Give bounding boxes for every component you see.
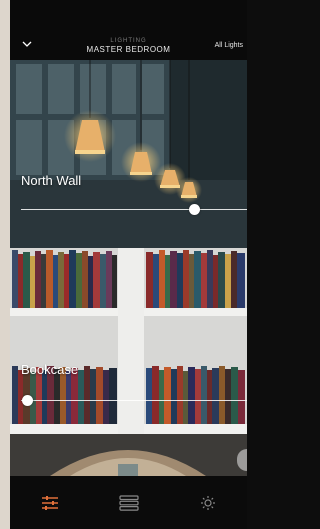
light-card-north-wall[interactable]: North Wall [10, 60, 247, 248]
header-subtitle: LIGHTING [110, 38, 147, 44]
brightness-slider-thumb[interactable] [22, 395, 33, 406]
app: LIGHTING MASTER BEDROOM All Lights North… [0, 0, 247, 529]
tab-sliders[interactable] [10, 476, 89, 529]
all-lights-button[interactable]: All Lights [215, 42, 243, 49]
bookcase-photo [10, 248, 247, 434]
brightness-slider-thumb[interactable] [189, 204, 200, 215]
list-icon [118, 494, 139, 511]
room-title: MASTER BEDROOM [86, 45, 171, 54]
left-edge-strip [0, 0, 10, 529]
light-name: North Wall [21, 173, 82, 188]
brightness-slider-track[interactable] [21, 209, 247, 210]
light-name: Bookcase [21, 362, 79, 377]
north-wall-photo [10, 60, 247, 248]
tab-list[interactable] [89, 476, 168, 529]
sliders-icon [41, 495, 58, 510]
sun-icon [200, 495, 215, 510]
header: LIGHTING MASTER BEDROOM All Lights [10, 0, 247, 60]
arch-photo [10, 434, 247, 476]
brightness-slider-track[interactable] [21, 400, 247, 401]
light-card-bookcase[interactable]: Bookcase [10, 248, 247, 434]
tab-bar [10, 476, 247, 529]
tab-scenes[interactable] [168, 476, 247, 529]
light-card-partial[interactable] [10, 434, 247, 476]
